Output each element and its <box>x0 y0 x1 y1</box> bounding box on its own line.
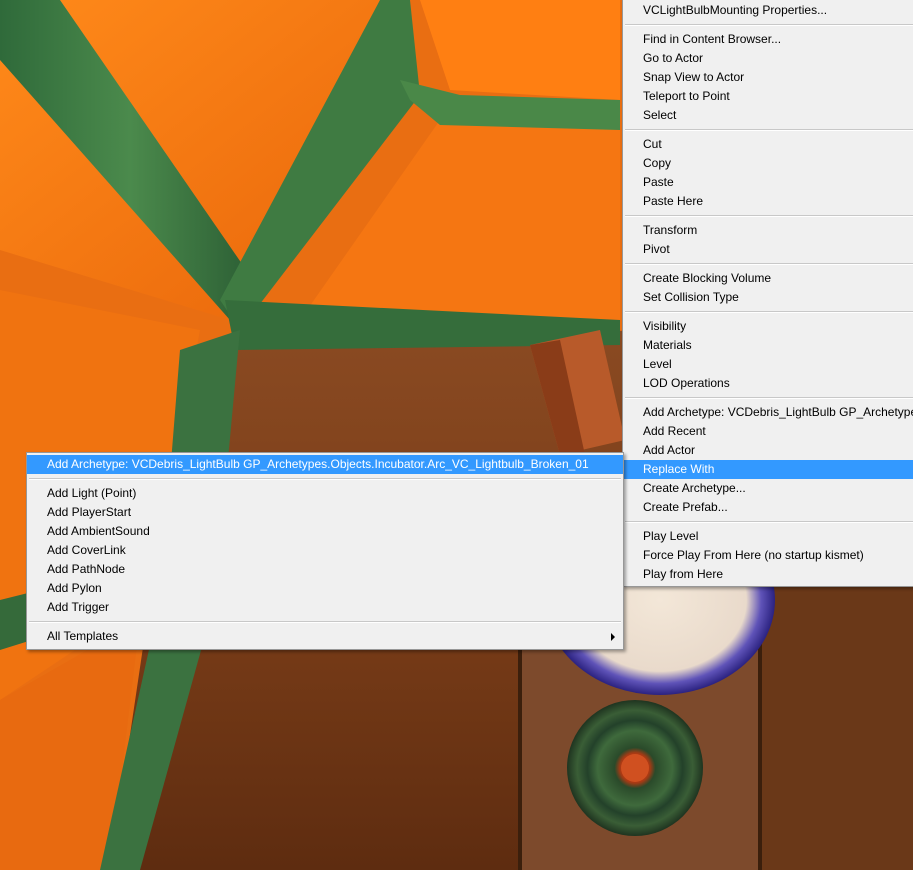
menu-item-label: Add PlayerStart <box>47 505 132 519</box>
menu-item-label: Add Archetype: VCDebris_LightBulb GP_Arc… <box>47 457 589 471</box>
menu-item-label: Create Blocking Volume <box>643 271 772 285</box>
menu-item-add-archetype-vcdebris-lightbulb-gp-archetypes[interactable]: Add Archetype: VCDebris_LightBulb GP_Arc… <box>623 403 913 422</box>
menu-item-label: Add Light (Point) <box>47 486 137 500</box>
menu-item-label: All Templates <box>47 629 119 643</box>
menu-separator <box>625 397 913 399</box>
submenu-item-add-pathnode[interactable]: Add PathNode <box>27 560 623 579</box>
menu-item-label: Visibility <box>643 319 687 333</box>
menu-item-label: LOD Operations <box>643 376 730 390</box>
menu-item-vclightbulbmounting-properties[interactable]: VCLightBulbMounting Properties... <box>623 1 913 20</box>
menu-separator <box>625 311 913 313</box>
menu-separator <box>625 215 913 217</box>
menu-item-set-collision-type[interactable]: Set Collision Type <box>623 288 913 307</box>
menu-separator <box>625 129 913 131</box>
replace-with-submenu: Add Archetype: VCDebris_LightBulb GP_Arc… <box>26 452 624 650</box>
menu-item-label: Play Level <box>643 529 699 543</box>
submenu-item-add-ambientsound[interactable]: Add AmbientSound <box>27 522 623 541</box>
menu-item-label: Materials <box>643 338 692 352</box>
menu-item-paste[interactable]: Paste <box>623 173 913 192</box>
menu-item-find-in-content-browser[interactable]: Find in Content Browser... <box>623 30 913 49</box>
menu-item-label: Add AmbientSound <box>47 524 150 538</box>
menu-item-label: Set Collision Type <box>643 290 739 304</box>
menu-item-label: Add Trigger <box>47 600 110 614</box>
menu-item-label: Go to Actor <box>643 51 704 65</box>
menu-item-create-prefab[interactable]: Create Prefab... <box>623 498 913 517</box>
menu-item-label: Create Archetype... <box>643 481 746 495</box>
menu-item-label: Copy <box>643 156 672 170</box>
menu-item-label: Add Archetype: VCDebris_LightBulb GP_Arc… <box>643 405 913 419</box>
menu-item-add-recent[interactable]: Add Recent <box>623 422 913 441</box>
menu-item-play-level[interactable]: Play Level <box>623 527 913 546</box>
menu-item-label: Snap View to Actor <box>643 70 745 84</box>
menu-item-label: Transform <box>643 223 698 237</box>
submenu-item-add-coverlink[interactable]: Add CoverLink <box>27 541 623 560</box>
menu-item-pivot[interactable]: Pivot <box>623 240 913 259</box>
submenu-item-add-playerstart[interactable]: Add PlayerStart <box>27 503 623 522</box>
menu-item-add-actor[interactable]: Add Actor <box>623 441 913 460</box>
menu-item-label: Teleport to Point <box>643 89 730 103</box>
submenu-item-add-light-point[interactable]: Add Light (Point) <box>27 484 623 503</box>
menu-separator <box>29 621 621 623</box>
menu-item-label: Add CoverLink <box>47 543 126 557</box>
menu-separator <box>625 263 913 265</box>
menu-item-label: VCLightBulbMounting Properties... <box>643 3 828 17</box>
menu-item-label: Find in Content Browser... <box>643 32 782 46</box>
menu-item-label: Paste <box>643 175 674 189</box>
menu-item-replace-with[interactable]: Replace With <box>623 460 913 479</box>
menu-item-paste-here[interactable]: Paste Here <box>623 192 913 211</box>
menu-separator <box>625 24 913 26</box>
menu-item-lod-operations[interactable]: LOD Operations <box>623 374 913 393</box>
menu-item-label: Pivot <box>643 242 670 256</box>
context-menu: VCLightBulbMounting Properties... Find in… <box>622 0 913 587</box>
menu-item-play-from-here[interactable]: Play from Here <box>623 565 913 584</box>
submenu-arrow-icon <box>611 633 615 641</box>
menu-item-select[interactable]: Select <box>623 106 913 125</box>
menu-item-label: Paste Here <box>643 194 704 208</box>
menu-item-label: Cut <box>643 137 662 151</box>
submenu-item-all-templates[interactable]: All Templates <box>27 627 623 646</box>
menu-item-cut[interactable]: Cut <box>623 135 913 154</box>
menu-item-label: Play from Here <box>643 567 724 581</box>
menu-item-visibility[interactable]: Visibility <box>623 317 913 336</box>
submenu-item-add-trigger[interactable]: Add Trigger <box>27 598 623 617</box>
menu-item-copy[interactable]: Copy <box>623 154 913 173</box>
menu-item-go-to-actor[interactable]: Go to Actor <box>623 49 913 68</box>
menu-item-label: Replace With <box>643 462 715 476</box>
menu-separator <box>29 478 621 480</box>
menu-item-snap-view-to-actor[interactable]: Snap View to Actor <box>623 68 913 87</box>
menu-item-level[interactable]: Level <box>623 355 913 374</box>
menu-item-label: Add PathNode <box>47 562 126 576</box>
menu-item-label: Create Prefab... <box>643 500 728 514</box>
submenu-item-add-archetype-vcdebris-lightbulb-gp-archetypes-o[interactable]: Add Archetype: VCDebris_LightBulb GP_Arc… <box>27 455 623 474</box>
menu-item-transform[interactable]: Transform <box>623 221 913 240</box>
menu-item-label: Add Actor <box>643 443 696 457</box>
menu-item-label: Add Pylon <box>47 581 102 595</box>
menu-item-create-blocking-volume[interactable]: Create Blocking Volume <box>623 269 913 288</box>
menu-item-label: Add Recent <box>643 424 706 438</box>
menu-item-teleport-to-point[interactable]: Teleport to Point <box>623 87 913 106</box>
menu-item-label: Level <box>643 357 672 371</box>
menu-item-force-play-from-here-no-startup-kismet[interactable]: Force Play From Here (no startup kismet) <box>623 546 913 565</box>
menu-item-create-archetype[interactable]: Create Archetype... <box>623 479 913 498</box>
menu-item-label: Select <box>643 108 677 122</box>
menu-item-label: Force Play From Here (no startup kismet) <box>643 548 864 562</box>
menu-separator <box>625 521 913 523</box>
menu-item-materials[interactable]: Materials <box>623 336 913 355</box>
submenu-item-add-pylon[interactable]: Add Pylon <box>27 579 623 598</box>
